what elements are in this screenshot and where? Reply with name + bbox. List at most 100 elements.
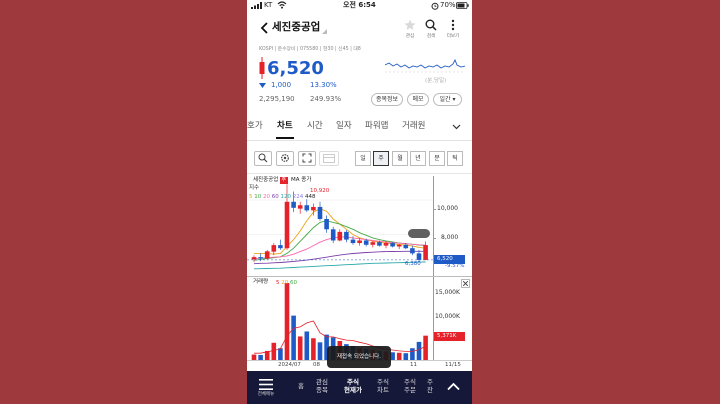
daily-dropdown-button[interactable]: 일간 ▾: [433, 93, 462, 106]
zoom-tool-button[interactable]: [254, 151, 272, 166]
chevron-down-icon[interactable]: [452, 124, 461, 130]
nav-label: 현재가: [344, 386, 362, 394]
volume-bar: [410, 348, 415, 360]
price-axis-label: 8,000: [441, 234, 459, 241]
candle-body: [284, 201, 290, 249]
search-icon: [425, 19, 437, 31]
volume-title: 거래량: [253, 279, 269, 285]
compare-tool-button[interactable]: [319, 151, 339, 166]
turnover-percent: 249.93%: [310, 95, 342, 103]
nav-label: 주식: [347, 378, 359, 386]
mini-candle-icon: [259, 57, 265, 79]
period-day[interactable]: 일: [355, 151, 371, 166]
action-label: 검색: [426, 34, 436, 39]
menu-button[interactable]: 전체메뉴: [253, 375, 279, 401]
volume-bar: [304, 331, 310, 360]
candle-body: [403, 244, 409, 249]
tab-chart[interactable]: 차트: [277, 122, 293, 131]
header-action-search[interactable]: 검색: [423, 19, 439, 41]
settings-tool-button[interactable]: [276, 151, 294, 166]
period-month[interactable]: 월: [392, 151, 408, 166]
candle-body: [383, 243, 389, 246]
volume-bar: [291, 315, 296, 360]
candle-body: [317, 206, 323, 219]
app-header: 세진중공업 관심 검색 더보기: [247, 14, 472, 44]
nav-current-price[interactable]: 주식 현재가: [338, 378, 368, 394]
clock: 오전 6:54: [343, 1, 376, 9]
gear-icon: [281, 154, 289, 162]
nav-label: 관심: [316, 378, 328, 386]
alarm-icon: [431, 2, 439, 10]
chevron-up-icon[interactable]: [447, 382, 460, 391]
volume-bar: [403, 353, 409, 360]
header-action-more[interactable]: 더보기: [445, 19, 461, 41]
period-tick[interactable]: 틱: [447, 151, 463, 166]
candle-body: [251, 257, 257, 260]
tab-powermap[interactable]: 파워맵: [365, 122, 388, 131]
tab-bar: 호가 차트 시간 일자 파워맵 거래원: [247, 116, 472, 139]
fullscreen-tool-button[interactable]: [298, 151, 316, 166]
table-icon: [323, 154, 335, 163]
candle-body: [278, 245, 283, 249]
ma-120: 120: [280, 194, 292, 200]
ma-label: MA 종가: [291, 177, 312, 183]
back-arrow-icon[interactable]: [260, 22, 269, 34]
nav-label: 종목: [316, 386, 328, 394]
index-label: 지수: [249, 185, 260, 191]
x-axis-label: 11/15: [445, 362, 461, 368]
price-axis-tick: [433, 238, 436, 239]
star-icon: [404, 19, 416, 30]
active-tab-indicator: [276, 137, 294, 139]
x-axis-label: 11: [410, 362, 417, 368]
carrier: KT: [264, 1, 273, 9]
hamburger-icon: [259, 379, 273, 390]
nav-watchlist[interactable]: 관심 종목: [310, 378, 334, 394]
sparkline-label: (분,당일): [425, 78, 447, 84]
volume-bar: [416, 341, 422, 360]
current-price-tag: 6,520: [434, 255, 465, 264]
max-price-label: 10,920: [310, 188, 330, 194]
stock-info-button[interactable]: 종목정보: [371, 93, 403, 106]
candle-body: [330, 229, 336, 241]
tab-broker[interactable]: 거래원: [402, 122, 425, 131]
stock-name[interactable]: 세진중공업: [272, 22, 320, 33]
volume-ma-legend: 5 20 60: [276, 280, 297, 286]
tab-orderbook[interactable]: 호가: [247, 122, 263, 131]
volume-tag: 5,371K: [434, 332, 465, 341]
nav-balance[interactable]: 주 잔: [423, 378, 437, 394]
min-price-label: 6,380: [405, 261, 421, 267]
nav-stock-chart[interactable]: 주식 차트: [371, 378, 395, 394]
status-bar: KT 오전 6:54 70%: [247, 0, 472, 12]
ma-10: 10: [254, 194, 262, 200]
volume-bar: [396, 352, 402, 360]
candle-body: [304, 205, 310, 211]
candle-body: [264, 251, 270, 259]
nav-label: 주식: [377, 378, 389, 386]
header-action-favorite[interactable]: 관심: [402, 19, 418, 41]
period-week[interactable]: 주: [373, 151, 389, 166]
stock-meta: KOSPI | 운수장비 | 075580 | 현30 | 신45 | 대8: [259, 47, 361, 52]
candle-body: [258, 257, 263, 259]
ma-60: 60: [271, 194, 279, 200]
drag-handle-icon[interactable]: [408, 229, 430, 238]
close-icon[interactable]: [461, 279, 470, 288]
nav-stock-order[interactable]: 주식 주문: [398, 378, 422, 394]
memo-button[interactable]: 메모: [407, 93, 429, 106]
wifi-icon: [277, 1, 287, 9]
period-year[interactable]: 년: [410, 151, 426, 166]
trade-volume: 2,295,190: [259, 95, 295, 103]
candle-body: [390, 243, 395, 247]
period-minute[interactable]: 분: [429, 151, 445, 166]
nav-label: 차트: [377, 386, 389, 394]
volume-axis-label: 10,000K: [435, 313, 460, 320]
battery-percent: 70%: [440, 1, 456, 9]
volume-bar: [311, 338, 316, 360]
tab-time[interactable]: 시간: [307, 122, 323, 131]
tab-daily[interactable]: 일자: [336, 122, 352, 131]
candle-body: [350, 239, 356, 244]
battery-icon: [456, 2, 469, 9]
volume-bar: [317, 342, 323, 360]
candle-body: [297, 205, 303, 209]
down-triangle-icon: [259, 83, 266, 88]
action-label: 관심: [405, 34, 415, 39]
